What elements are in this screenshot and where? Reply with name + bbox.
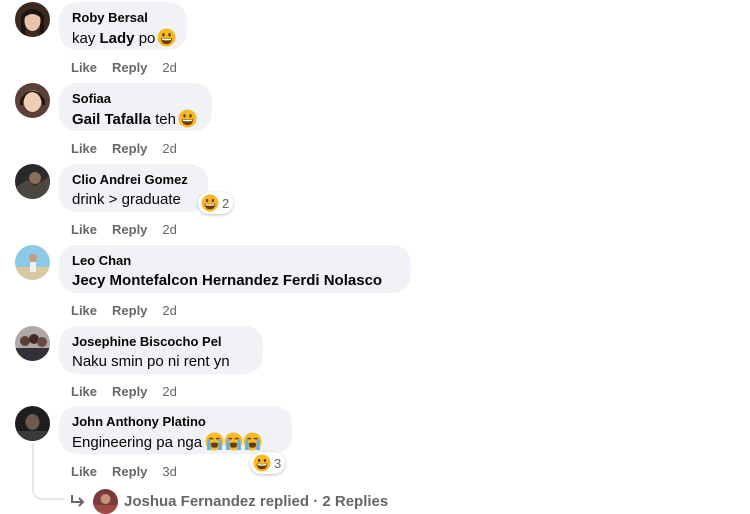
view-replies-link[interactable]: Joshua Fernandez replied · 2 Replies [70,488,388,514]
comment: John Anthony Platino Engineering pa nga … [0,406,750,487]
comment: Sofiaa Gail Tafalla teh Like Reply 2d [0,83,750,164]
loudly-crying-emoji-icon [205,432,224,451]
comment-bubble: Leo Chan Jecy Montefalcon Hernandez Ferd… [59,245,411,293]
comment-author[interactable]: Sofiaa [72,91,199,106]
mention[interactable]: Jecy Montefalcon Hernandez Ferdi Nolasco [72,272,382,289]
like-button[interactable]: Like [71,303,97,318]
timestamp[interactable]: 2d [162,222,176,237]
comment-author[interactable]: Josephine Biscocho Pel [72,334,250,349]
like-button[interactable]: Like [71,60,97,75]
avatar[interactable] [15,326,50,361]
comment-bubble: John Anthony Platino Engineering pa nga [59,406,292,454]
avatar[interactable] [15,245,50,280]
comment-actions: Like Reply 2d [71,303,177,318]
comment: Roby Bersal kay Lady po Like Reply 2d [0,2,750,83]
comment: Leo Chan Jecy Montefalcon Hernandez Ferd… [0,245,750,326]
comment: Clio Andrei Gomez drink > graduate 2 Lik… [0,164,750,245]
reaction-summary[interactable]: 3 [250,452,286,474]
grinning-emoji-icon [253,454,271,472]
comment-bubble: Roby Bersal kay Lady po [59,2,187,50]
loudly-crying-emoji-icon [243,432,262,451]
like-button[interactable]: Like [71,141,97,156]
loudly-crying-emoji-icon [224,432,243,451]
comment-actions: Like Reply 3d [71,464,177,479]
comment-actions: Like Reply 2d [71,384,177,399]
comment-bubble: Sofiaa Gail Tafalla teh [59,83,212,131]
reply-button[interactable]: Reply [112,60,147,75]
comment-text: Engineering pa nga [72,432,279,453]
mention[interactable]: Lady [100,30,135,47]
reaction-summary[interactable]: 2 [198,192,234,214]
comment-actions: Like Reply 2d [71,141,177,156]
comment-text: Gail Tafalla teh [72,109,199,130]
avatar[interactable] [15,2,50,37]
comment-actions: Like Reply 2d [71,60,177,75]
timestamp[interactable]: 3d [162,464,176,479]
replies-text: Joshua Fernandez replied · 2 Replies [124,492,389,510]
reply-button[interactable]: Reply [112,384,147,399]
reply-button[interactable]: Reply [112,464,147,479]
comment-author[interactable]: Leo Chan [72,253,398,268]
reply-button[interactable]: Reply [112,141,147,156]
mention[interactable]: Gail Tafalla [72,111,151,128]
comment-bubble: Clio Andrei Gomez drink > graduate [59,164,208,212]
comment-text: Naku smin po ni rent yn [72,353,230,370]
comment-author[interactable]: Clio Andrei Gomez [72,172,195,187]
grinning-emoji-icon [157,28,176,47]
reaction-count: 3 [274,455,282,471]
reply-arrow-icon [71,495,85,507]
reply-button[interactable]: Reply [112,222,147,237]
comment-text: drink > graduate [72,191,181,208]
avatar[interactable] [15,83,50,118]
comment-actions: Like Reply 2d [71,222,177,237]
timestamp[interactable]: 2d [162,60,176,75]
like-button[interactable]: Like [71,222,97,237]
timestamp[interactable]: 2d [162,384,176,399]
like-button[interactable]: Like [71,464,97,479]
comment: Josephine Biscocho Pel Naku smin po ni r… [0,326,750,407]
grinning-emoji-icon [178,109,197,128]
like-button[interactable]: Like [71,384,97,399]
comment-text: kay Lady po [72,28,176,49]
avatar[interactable] [15,164,50,199]
reply-thread-line [32,443,64,500]
timestamp[interactable]: 2d [162,141,176,156]
avatar[interactable] [15,406,50,441]
comment-text: Jecy Montefalcon Hernandez Ferdi Nolasco [72,271,398,291]
reaction-count: 2 [222,195,230,211]
comment-author[interactable]: John Anthony Platino [72,414,279,429]
comment-bubble: Josephine Biscocho Pel Naku smin po ni r… [59,326,263,374]
comment-author[interactable]: Roby Bersal [72,10,174,25]
grinning-emoji-icon [201,194,219,212]
reply-button[interactable]: Reply [112,303,147,318]
avatar [93,488,118,514]
timestamp[interactable]: 2d [162,303,176,318]
